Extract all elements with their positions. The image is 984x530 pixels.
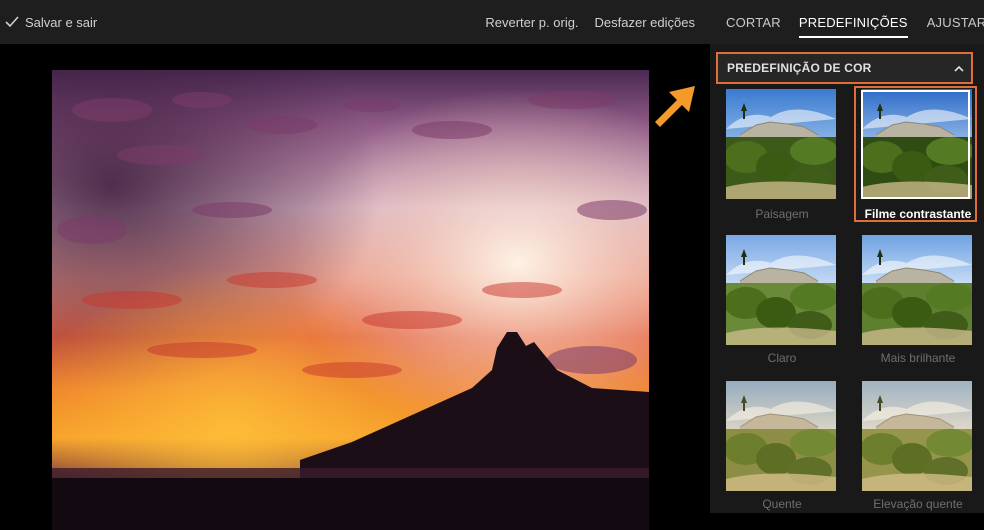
preset-thumbnail-quente[interactable] bbox=[726, 381, 836, 491]
check-icon bbox=[5, 16, 19, 28]
tab-ajustar[interactable]: AJUSTAR bbox=[927, 5, 984, 40]
editor-toolbar: Salvar e sair Reverter p. orig. Desfazer… bbox=[0, 0, 710, 44]
chevron-up-icon[interactable] bbox=[954, 65, 964, 72]
preset-label-mais-brilhante: Mais brilhante bbox=[880, 351, 956, 365]
toolbar-actions: Reverter p. orig. Desfazer edições bbox=[485, 15, 710, 30]
revert-original-button[interactable]: Reverter p. orig. bbox=[485, 15, 578, 30]
tab-predefinicoes[interactable]: PREDEFINIÇÕES bbox=[798, 5, 908, 40]
undo-edits-button[interactable]: Desfazer edições bbox=[595, 15, 695, 30]
preset-thumbnail-elevacao-quente[interactable] bbox=[862, 381, 972, 491]
section-title: PREDEFINIÇÃO DE COR bbox=[727, 61, 872, 75]
preset-thumbnail-mais-brilhante[interactable] bbox=[862, 235, 972, 345]
preset-thumbnail-image bbox=[862, 381, 972, 491]
tab-cortar[interactable]: CORTAR bbox=[726, 5, 781, 40]
save-and-exit-label: Salvar e sair bbox=[25, 14, 98, 30]
panel-tabs: CORTAR PREDEFINIÇÕES AJUSTAR bbox=[710, 0, 984, 44]
preset-thumbnail-claro[interactable] bbox=[726, 235, 836, 345]
preset-label-elevacao-quente: Elevação quente bbox=[873, 497, 963, 511]
preset-thumbnail-image bbox=[726, 381, 836, 491]
edited-photo bbox=[52, 70, 649, 530]
color-preset-section-header[interactable]: PREDEFINIÇÃO DE COR bbox=[716, 52, 973, 84]
preset-thumbnail-paisagem[interactable] bbox=[726, 89, 836, 199]
preset-label-claro: Claro bbox=[767, 351, 797, 365]
arrow-icon bbox=[655, 86, 695, 127]
selected-preset-frame bbox=[861, 90, 970, 199]
preset-label-paisagem: Paisagem bbox=[755, 207, 809, 221]
save-and-exit-button[interactable]: Salvar e sair bbox=[5, 15, 97, 30]
preset-thumbnail-image bbox=[726, 235, 836, 345]
preset-label-quente: Quente bbox=[762, 497, 802, 511]
preset-thumbnail-image bbox=[726, 89, 836, 199]
image-canvas bbox=[0, 44, 710, 530]
preset-thumbnail-image bbox=[862, 235, 972, 345]
